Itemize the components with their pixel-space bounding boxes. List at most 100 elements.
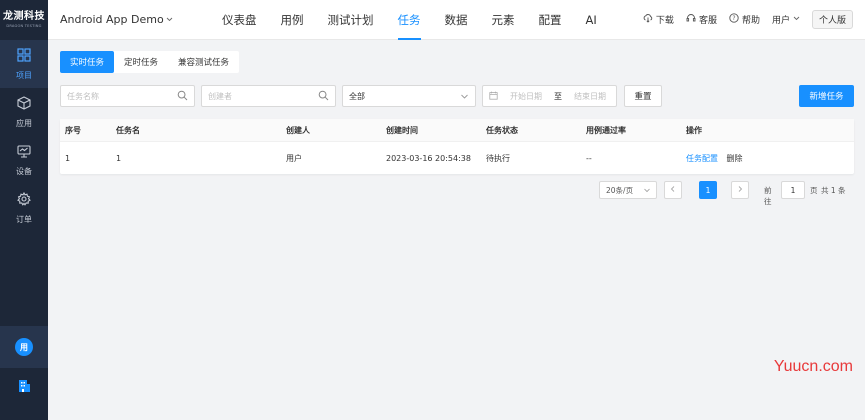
task-name-input[interactable]: 任务名称 [60,85,195,107]
chevron-down-icon [166,13,173,26]
next-page-button[interactable] [731,181,749,199]
main-content: 实时任务 定时任务 兼容测试任务 任务名称 创建者 全部 开始日期 至 结束日期… [48,40,865,420]
sidebar-item-label: 应用 [16,119,32,128]
page-number-current[interactable]: 1 [699,181,717,199]
goto-label: 前往 [764,186,772,206]
service-button[interactable]: 客服 [686,13,717,26]
col-status: 任务状态 [486,125,518,135]
nav-test-plan[interactable]: 测试计划 [316,0,386,40]
task-table: 序号 任务名 创建人 创建时间 任务状态 用例通过率 操作 1 1 用户 202… [60,119,854,174]
chevron-down-icon [643,186,651,196]
cell-actions: 任务配置 删除 [686,153,854,164]
nav-data[interactable]: 数据 [433,0,480,40]
building-icon [17,378,31,397]
tab-realtime[interactable]: 实时任务 [60,51,115,73]
cell-creator: 用户 [286,153,302,163]
total-count: 共 1 条 [821,186,846,195]
cloud-download-icon [643,13,653,26]
nav-config[interactable]: 配置 [527,0,574,40]
col-created-at: 创建时间 [386,125,418,135]
prev-page-button[interactable] [664,181,682,199]
col-creator: 创建人 [286,125,310,135]
svg-text:?: ? [732,15,735,22]
start-date-placeholder: 开始日期 [510,91,542,101]
sidebar-item-label: 项目 [16,71,32,80]
help-icon: ? [729,13,739,26]
help-button[interactable]: ? 帮助 [729,13,760,26]
logo-subtext: DRAGON TESTING [6,24,42,28]
user-label: 用户 [771,16,790,26]
organization-button[interactable] [0,374,48,400]
nav-cases[interactable]: 用例 [269,0,316,40]
end-date-placeholder: 结束日期 [574,91,606,101]
table-row: 1 1 用户 2023-03-16 20:54:38 待执行 -- 任务配置 删… [60,142,854,174]
main-nav: 仪表盘 用例 测试计划 任务 数据 元素 配置 AI [210,0,609,40]
cube-icon [17,95,31,114]
goto-page-input[interactable]: 1 [781,181,805,199]
date-separator: 至 [554,91,562,101]
app-name: Android App Demo [60,13,164,26]
delete-link[interactable]: 删除 [727,154,743,163]
nav-ai[interactable]: AI [574,0,609,40]
chevron-down-icon [460,92,469,103]
download-button[interactable]: 下载 [643,13,674,26]
sidebar-item-order[interactable]: 订单 [0,184,48,232]
avatar[interactable]: 用 [15,338,33,356]
date-range-picker[interactable]: 开始日期 至 结束日期 [482,85,617,107]
chevron-left-icon [669,185,677,195]
top-bar: Android App Demo 仪表盘 用例 测试计划 任务 数据 元素 配置… [48,0,865,40]
service-label: 客服 [698,16,717,26]
new-task-button[interactable]: 新增任务 [799,85,854,107]
sidebar-item-project[interactable]: 项目 [0,40,48,88]
search-icon [318,90,329,103]
sidebar: 龙测科技 DRAGON TESTING 项目 应用 设备 订单 用 [0,0,48,420]
watermark: Yuucn.com [773,358,853,375]
task-name-placeholder: 任务名称 [67,91,99,101]
logo[interactable]: 龙测科技 DRAGON TESTING [0,0,48,40]
creator-placeholder: 创建者 [208,91,232,101]
sidebar-item-label: 设备 [16,167,32,176]
sidebar-item-label: 订单 [16,215,32,224]
user-avatar-area[interactable]: 用 [0,326,48,368]
gear-icon [17,191,31,210]
cell-created-at: 2023-03-16 20:54:38 [386,153,471,163]
task-tabs: 实时任务 定时任务 兼容测试任务 [60,51,240,73]
calendar-icon [489,91,498,102]
search-icon [177,90,188,103]
sidebar-item-device[interactable]: 设备 [0,136,48,184]
chevron-down-icon [793,15,800,25]
logo-text: 龙测科技 [3,11,45,22]
tab-compatibility[interactable]: 兼容测试任务 [168,51,239,73]
status-value: 全部 [349,91,365,101]
task-config-link[interactable]: 任务配置 [686,154,718,163]
page-unit-label: 页 [810,186,818,195]
status-select[interactable]: 全部 [342,85,476,107]
user-menu[interactable]: 用户 [772,13,800,26]
col-pass-rate: 用例通过率 [586,125,626,135]
cell-index: 1 [65,153,71,163]
col-actions: 操作 [686,125,702,135]
col-index: 序号 [65,125,81,135]
edition-badge[interactable]: 个人版 [811,10,853,29]
table-header: 序号 任务名 创建人 创建时间 任务状态 用例通过率 操作 [60,119,854,142]
monitor-icon [17,143,31,162]
headset-icon [686,13,696,26]
reset-button[interactable]: 重置 [624,85,662,107]
cell-pass-rate: -- [586,153,592,163]
creator-input[interactable]: 创建者 [201,85,336,107]
download-label: 下载 [655,16,674,26]
sidebar-item-app[interactable]: 应用 [0,88,48,136]
nav-elements[interactable]: 元素 [480,0,527,40]
help-label: 帮助 [741,16,760,26]
header-tools: 下载 客服 ? 帮助 用户 个人版 [643,10,865,29]
page-size-select[interactable]: 20条/页 [599,181,657,199]
app-selector[interactable]: Android App Demo [60,13,200,26]
col-task-name: 任务名 [116,125,140,135]
tab-scheduled[interactable]: 定时任务 [114,51,168,73]
grid-icon [17,47,31,66]
filter-bar: 任务名称 创建者 全部 开始日期 至 结束日期 重置 新增任务 [60,85,854,107]
cell-status: 待执行 [486,153,510,163]
nav-tasks[interactable]: 任务 [386,0,433,40]
page-size-value: 20条/页 [606,185,634,195]
nav-dashboard[interactable]: 仪表盘 [210,0,269,40]
